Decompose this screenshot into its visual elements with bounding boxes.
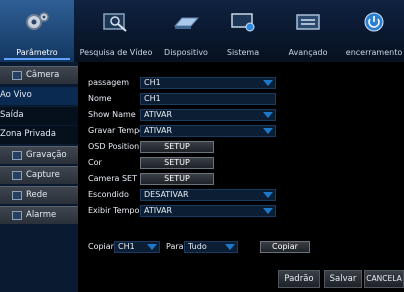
passagem-value: CH1 [144,78,161,87]
show-name-label: Show Name [88,110,136,119]
nome-label: Nome [88,94,112,103]
row-osd-position: OSD Position SETUP [78,140,404,154]
monitor-icon [231,13,255,32]
osd-position-label: OSD Position [88,142,140,151]
video-search-icon [103,13,127,32]
passagem-label: passagem [88,78,130,87]
sidebar: Câmera Ao Vivo Saída Zona Privada Gravaç… [0,62,78,292]
capture-icon [12,171,22,180]
chevron-down-icon [147,244,157,250]
chevron-down-icon [263,192,273,198]
chevron-down-icon [225,244,235,250]
row-show-name: Show Name ATIVAR [78,108,404,122]
escondido-value: DESATIVAR [144,190,189,199]
row-cor: Cor SETUP [78,156,404,170]
gear-icon [26,12,49,30]
sidebar-item-ao-vivo[interactable]: Ao Vivo [0,87,78,105]
camera-set-label: Camera SET [88,174,137,183]
menu-label: encerramento [345,48,403,57]
row-escondido: Escondido DESATIVAR [78,188,404,202]
copy-to-select[interactable]: Tudo [184,241,238,253]
cancel-button[interactable]: CANCELA [364,270,404,288]
copy-label: Copiar [88,242,114,251]
exibir-tempo-label: Exibir Tempo [88,206,140,215]
chevron-down-icon [263,112,273,118]
show-name-select[interactable]: ATIVAR [140,109,276,121]
sidebar-item-label: Saída [0,110,24,120]
sidebar-item-label: Gravação [26,150,67,160]
gravar-tempo-value: ATIVAR [144,126,173,135]
copy-to-value: Tudo [188,242,207,251]
nome-value: CH1 [144,94,161,103]
menu-label: Pesquisa de Vídeo [79,48,153,57]
sidebar-item-label: Câmera [26,70,60,80]
escondido-label: Escondido [88,190,129,199]
gravar-tempo-select[interactable]: ATIVAR [140,125,276,137]
escondido-select[interactable]: DESATIVAR [140,189,276,201]
sidebar-item-label: Capture [26,170,60,180]
camera-icon [12,71,22,80]
exibir-tempo-select[interactable]: ATIVAR [140,205,276,217]
copy-from-select[interactable]: CH1 [114,241,160,253]
menu-label: Parâmetro [16,48,58,57]
chevron-down-icon [263,208,273,214]
hard-drive-icon [173,17,200,29]
menu-sistema[interactable]: Sistema [214,0,272,62]
copy-from-value: CH1 [118,242,135,251]
copy-row: Copiar CH1 Para Tudo Copiar [78,240,404,254]
row-exibir-tempo: Exibir Tempo ATIVAR [78,204,404,218]
menu-dispositivo[interactable]: Dispositivo [158,0,214,62]
row-gravar-tempo: Gravar Tempo ATIVAR [78,124,404,138]
show-name-value: ATIVAR [144,110,173,119]
chevron-down-icon [263,128,273,134]
sidebar-item-zona-privada[interactable]: Zona Privada [0,126,78,144]
default-button[interactable]: Padrão [278,270,320,288]
sidebar-item-label: Ao Vivo [0,90,32,100]
row-camera-set: Camera SET SETUP [78,172,404,186]
network-icon [12,191,22,200]
row-nome: Nome CH1 [78,92,404,106]
camera-set-setup-button[interactable]: SETUP [140,173,214,185]
save-button[interactable]: Salvar [324,270,362,288]
exibir-tempo-value: ATIVAR [144,206,173,215]
sidebar-item-label: Zona Privada [0,129,56,139]
sidebar-item-camera[interactable]: Câmera [0,66,78,84]
sidebar-item-rede[interactable]: Rede [0,186,78,204]
active-indicator [4,58,70,60]
osd-setup-button[interactable]: SETUP [140,141,214,153]
power-icon [364,12,384,32]
sidebar-item-capture[interactable]: Capture [0,166,78,184]
sidebar-item-alarme[interactable]: Alarme [0,206,78,224]
top-menu-bar: Parâmetro Pesquisa de Vídeo Dispositivo [0,0,404,62]
alarm-icon [12,211,22,220]
chevron-down-icon [263,80,273,86]
sidebar-item-saida[interactable]: Saída [0,107,78,125]
para-label: Para [166,242,184,251]
cor-label: Cor [88,158,102,167]
sidebar-item-label: Rede [26,190,48,200]
cor-setup-button[interactable]: SETUP [140,157,214,169]
menu-encerramento[interactable]: encerramento [344,0,404,62]
passagem-select[interactable]: CH1 [140,77,276,89]
settings-panel: passagem CH1 Nome CH1 Show Name ATIVAR G… [78,62,404,292]
dvr-settings-window: Parâmetro Pesquisa de Vídeo Dispositivo [0,0,404,292]
gravar-tempo-label: Gravar Tempo [88,126,145,135]
record-icon [12,151,22,160]
sidebar-item-label: Alarme [26,210,57,220]
menu-pesquisa[interactable]: Pesquisa de Vídeo [74,0,158,62]
menu-label: Sistema [226,48,260,57]
advanced-icon [296,14,320,30]
menu-label: Dispositivo [164,48,208,57]
menu-label: Avançado [288,48,328,57]
menu-parametro[interactable]: Parâmetro [0,0,74,62]
copy-button[interactable]: Copiar [260,241,310,253]
menu-avancado[interactable]: Avançado [272,0,344,62]
row-passagem: passagem CH1 [78,76,404,90]
sidebar-item-gravacao[interactable]: Gravação [0,146,78,164]
nome-input[interactable]: CH1 [140,93,276,105]
